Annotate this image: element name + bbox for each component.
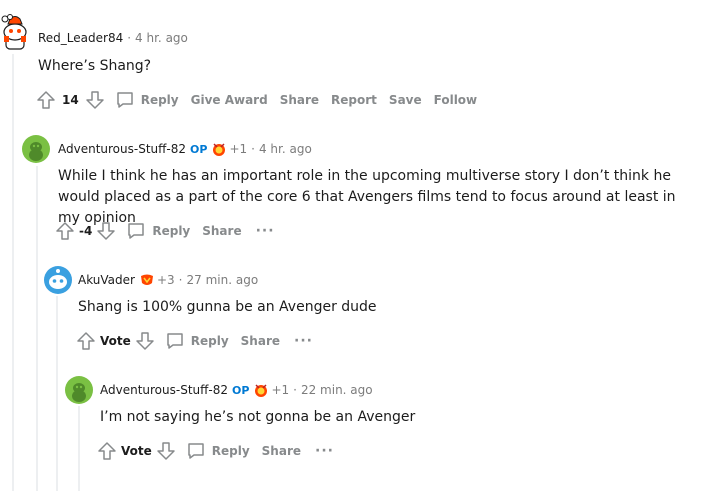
comment-bubble-icon — [128, 223, 145, 239]
flair-count: +1 — [271, 383, 290, 397]
upvote-arrow-icon[interactable] — [97, 441, 117, 461]
downvote-arrow-icon[interactable] — [135, 331, 155, 351]
timestamp[interactable]: 4 hr. ago — [259, 142, 312, 156]
comment-bubble-icon — [167, 333, 183, 349]
share-button[interactable]: Share — [241, 334, 280, 348]
thread-line-3[interactable] — [56, 296, 58, 491]
comment-body: I’m not saying he’s not gonna be an Aven… — [100, 409, 416, 425]
share-button[interactable]: Share — [202, 224, 241, 238]
upvote-arrow-icon[interactable] — [36, 90, 56, 110]
comment-actions: 14 Reply Give Award Share Report Save Fo… — [36, 90, 477, 110]
username[interactable]: Adventurous-Stuff-82 — [58, 142, 186, 156]
flair-badge: +1 — [253, 382, 289, 398]
reply-label: Reply — [140, 93, 179, 107]
separator-dot: · — [293, 383, 297, 397]
user-avatar-icon[interactable] — [22, 135, 50, 163]
comment-body: Shang is 100% gunna be an Avenger dude — [78, 299, 377, 315]
flair-emblem-icon — [140, 274, 153, 285]
comment-body: Where’s Shang? — [38, 58, 152, 74]
user-avatar-icon[interactable] — [65, 376, 93, 404]
comment-body: While I think he has an important role i… — [58, 168, 676, 226]
flair-emblem-icon — [255, 384, 268, 397]
reply-button[interactable]: Reply — [115, 90, 179, 110]
reply-label: Reply — [211, 444, 250, 458]
separator-dot: · — [251, 142, 255, 156]
comment-actions: -4 Reply Share ··· — [55, 221, 275, 241]
share-button[interactable]: Share — [262, 444, 301, 458]
flair-count: +1 — [229, 142, 248, 156]
timestamp[interactable]: 4 hr. ago — [135, 31, 188, 45]
timestamp[interactable]: 27 min. ago — [187, 273, 259, 287]
reply-label: Reply — [152, 224, 191, 238]
vote-score: 14 — [62, 93, 79, 107]
comment-bubble-icon — [188, 443, 204, 459]
username[interactable]: Red_Leader84 — [38, 31, 123, 45]
thread-line-2[interactable] — [36, 166, 38, 491]
op-badge: OP — [232, 383, 250, 397]
flair-emblem-icon — [213, 143, 226, 156]
downvote-arrow-icon[interactable] — [156, 441, 176, 461]
timestamp[interactable]: 22 min. ago — [301, 383, 373, 397]
more-options-icon[interactable]: ··· — [294, 333, 313, 349]
vote-score: -4 — [79, 224, 93, 238]
user-avatar-snoo-icon[interactable] — [44, 266, 72, 294]
share-button[interactable]: Share — [280, 93, 319, 107]
flair-badge: +3 — [139, 272, 175, 288]
upvote-arrow-icon[interactable] — [55, 221, 75, 241]
upvote-arrow-icon[interactable] — [76, 331, 96, 351]
flair-badge: +1 — [211, 141, 247, 157]
downvote-arrow-icon[interactable] — [85, 90, 105, 110]
downvote-arrow-icon[interactable] — [96, 221, 116, 241]
user-avatar-snoo-icon[interactable] — [0, 14, 30, 52]
separator-dot: · — [127, 31, 132, 45]
more-options-icon[interactable]: ··· — [256, 223, 275, 239]
username[interactable]: Adventurous-Stuff-82 — [100, 383, 228, 397]
save-button[interactable]: Save — [389, 93, 422, 107]
thread-line-1[interactable] — [12, 54, 14, 491]
reply-label: Reply — [190, 334, 229, 348]
follow-button[interactable]: Follow — [434, 93, 478, 107]
thread-line-4[interactable] — [78, 406, 80, 491]
comment-actions: Vote Reply Share ··· — [97, 441, 334, 461]
flair-count: +3 — [156, 273, 175, 287]
reply-button[interactable]: Reply — [126, 221, 190, 241]
reply-button[interactable]: Reply — [165, 331, 229, 351]
report-button[interactable]: Report — [331, 93, 377, 107]
more-options-icon[interactable]: ··· — [315, 443, 334, 459]
give-award-button[interactable]: Give Award — [191, 93, 268, 107]
op-badge: OP — [190, 142, 208, 156]
username[interactable]: AkuVader — [78, 273, 135, 287]
reply-button[interactable]: Reply — [186, 441, 250, 461]
vote-label: Vote — [121, 444, 152, 458]
vote-label: Vote — [100, 334, 131, 348]
separator-dot: · — [178, 273, 183, 287]
comment-actions: Vote Reply Share ··· — [76, 331, 313, 351]
comment-bubble-icon — [116, 92, 133, 108]
